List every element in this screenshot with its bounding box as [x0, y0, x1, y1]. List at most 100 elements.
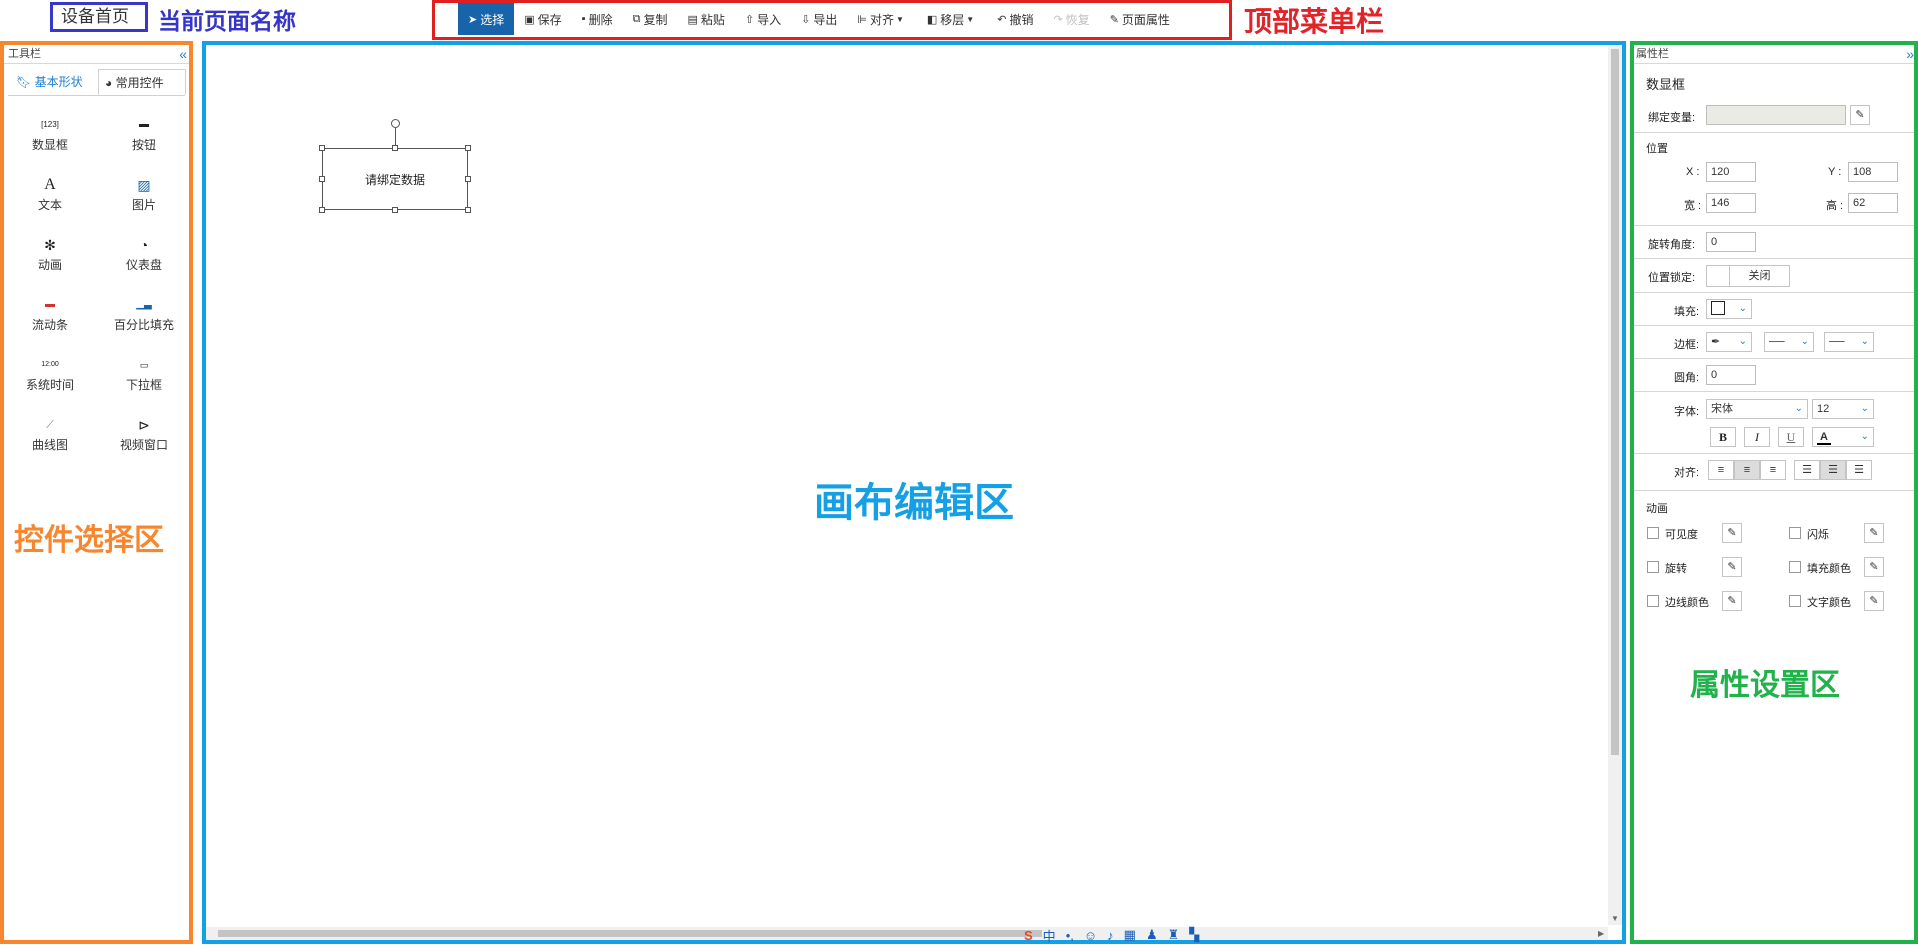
collapse-right-icon[interactable]: »: [1906, 45, 1914, 63]
scroll-right-arrow-icon[interactable]: ▶: [1598, 929, 1604, 938]
resize-handle-sw[interactable]: [319, 207, 325, 213]
align-left-button[interactable]: ≡: [1708, 460, 1734, 480]
border-color-anim-checkbox[interactable]: [1647, 595, 1659, 607]
scroll-down-arrow-icon[interactable]: ▼: [1611, 914, 1619, 923]
ime-keyboard-icon[interactable]: ▦: [1124, 927, 1136, 943]
align-center-button[interactable]: ≡: [1734, 460, 1760, 480]
fill-label: 填充:: [1674, 306, 1700, 318]
tool-label: 流动条: [31, 318, 68, 332]
tool-text[interactable]: A 文本: [4, 174, 96, 224]
divider: [1634, 132, 1914, 133]
ime-emoji-icon[interactable]: ☺: [1084, 928, 1097, 943]
page-properties-button[interactable]: ✎ 页面属性: [1100, 3, 1180, 35]
valign-top-button[interactable]: ☰: [1794, 460, 1820, 480]
align-right-button[interactable]: ≡: [1760, 460, 1786, 480]
fill-color-anim-checkbox[interactable]: [1789, 561, 1801, 573]
bind-variable-label: 绑定变量:: [1648, 112, 1696, 124]
text-color-anim-checkbox[interactable]: [1789, 595, 1801, 607]
resize-handle-ne[interactable]: [465, 145, 471, 151]
tool-animation[interactable]: ✻ 动画: [4, 234, 96, 284]
import-button[interactable]: ⇧ 导入: [735, 3, 791, 35]
collapse-left-icon[interactable]: «: [179, 45, 187, 63]
page-properties-label: 页面属性: [1121, 12, 1170, 27]
italic-button[interactable]: I: [1744, 427, 1770, 447]
tab-basic-shapes[interactable]: 🔖︎ 基本形状: [10, 69, 94, 95]
tool-video[interactable]: ⊳ 视频窗口: [98, 414, 190, 464]
redo-button[interactable]: ↷ 恢复: [1043, 3, 1099, 35]
dropdown-icon: ▭: [139, 360, 149, 370]
tool-gauge[interactable]: ◔ 仪表盘: [98, 234, 190, 284]
border-color-anim-config-button[interactable]: ✎: [1722, 591, 1742, 611]
rotation-input[interactable]: 0: [1706, 232, 1756, 252]
x-input[interactable]: 120: [1706, 162, 1756, 182]
tool-image[interactable]: ▨ 图片: [98, 174, 190, 224]
bind-variable-field[interactable]: [1706, 105, 1846, 125]
tool-system-time[interactable]: 12:00 系统时间: [4, 354, 96, 404]
tool-label: 图片: [131, 198, 156, 212]
ime-punct-icon[interactable]: •,: [1066, 928, 1074, 943]
border-color-picker[interactable]: ✒ ⌄: [1706, 332, 1752, 352]
layer-button[interactable]: ◧ 移层 ▼: [917, 3, 987, 35]
font-family-select[interactable]: 宋体 ⌄: [1706, 399, 1808, 419]
canvas-horizontal-scroll-thumb[interactable]: [218, 930, 1042, 937]
ime-shirt-icon[interactable]: ♜: [1168, 927, 1180, 943]
border-width-select[interactable]: ── ⌄: [1764, 332, 1814, 352]
valign-bottom-button[interactable]: ☰: [1846, 460, 1872, 480]
blink-checkbox[interactable]: [1789, 527, 1801, 539]
tab-common-controls[interactable]: ◕ 常用控件: [98, 69, 186, 95]
ime-chinese-icon[interactable]: 中: [1043, 926, 1056, 945]
tool-line-chart[interactable]: ⟋ 曲线图: [4, 414, 96, 464]
tool-dropdown[interactable]: ▭ 下拉框: [98, 354, 190, 404]
bind-variable-button[interactable]: ✎: [1850, 105, 1870, 125]
tool-flow-bar[interactable]: ▬ 流动条: [4, 294, 96, 344]
font-size-select[interactable]: 12 ⌄: [1812, 399, 1874, 419]
canvas-vertical-scroll-thumb[interactable]: [1611, 49, 1619, 755]
resize-handle-nw[interactable]: [319, 145, 325, 151]
resize-handle-e[interactable]: [465, 176, 471, 182]
visibility-checkbox[interactable]: [1647, 527, 1659, 539]
rotation-handle[interactable]: [391, 119, 400, 128]
height-input[interactable]: 62: [1848, 193, 1898, 213]
underline-button[interactable]: U: [1778, 427, 1804, 447]
canvas-numeric-display[interactable]: 请绑定数据: [322, 148, 468, 210]
border-style-select[interactable]: ── ⌄: [1824, 332, 1874, 352]
export-button[interactable]: ⇩ 导出: [791, 3, 847, 35]
tab-basic-shapes-label: 基本形状: [34, 75, 83, 89]
lock-toggle[interactable]: 关闭: [1706, 265, 1790, 287]
text-color-anim-config-button[interactable]: ✎: [1864, 591, 1884, 611]
ime-grid-icon[interactable]: ▚: [1189, 927, 1199, 943]
width-input[interactable]: 146: [1706, 193, 1756, 213]
resize-handle-se[interactable]: [465, 207, 471, 213]
ime-mic-icon[interactable]: ♪: [1107, 928, 1114, 943]
delete-button[interactable]: ▪ 删除: [572, 3, 623, 35]
tool-percent-fill[interactable]: ▁▃ 百分比填充: [98, 294, 190, 344]
blink-config-button[interactable]: ✎: [1864, 523, 1884, 543]
font-color-picker[interactable]: A ⌄: [1812, 427, 1874, 447]
resize-handle-n[interactable]: [392, 145, 398, 151]
save-button[interactable]: ▣ 保存: [514, 3, 571, 35]
valign-middle-button[interactable]: ☰: [1820, 460, 1846, 480]
tool-label: 文本: [37, 198, 62, 212]
y-input[interactable]: 108: [1848, 162, 1898, 182]
tool-numeric-display[interactable]: [123] 数显框: [4, 114, 96, 164]
copy-button[interactable]: ⧉ 复制: [623, 3, 678, 35]
save-icon: ▣: [524, 13, 535, 26]
radius-input[interactable]: 0: [1706, 365, 1756, 385]
lock-label: 位置锁定:: [1648, 272, 1696, 284]
ime-toolbar[interactable]: S 中 •, ☺ ♪ ▦ ♟ ♜ ▚: [1024, 926, 1230, 944]
select-button[interactable]: ➤ 选择: [458, 3, 515, 35]
tool-button[interactable]: ▬ 按钮: [98, 114, 190, 164]
resize-handle-w[interactable]: [319, 176, 325, 182]
bold-button[interactable]: B: [1710, 427, 1736, 447]
rotate-checkbox[interactable]: [1647, 561, 1659, 573]
fill-color-anim-config-button[interactable]: ✎: [1864, 557, 1884, 577]
rotate-config-button[interactable]: ✎: [1722, 557, 1742, 577]
visibility-config-button[interactable]: ✎: [1722, 523, 1742, 543]
paste-button[interactable]: ▤ 粘贴: [677, 3, 734, 35]
fill-color-picker[interactable]: ⌄: [1706, 299, 1752, 319]
ime-user-icon[interactable]: ♟: [1146, 927, 1158, 943]
align-button[interactable]: ⊫ 对齐 ▼: [847, 3, 917, 35]
paste-label: 粘贴: [700, 12, 725, 27]
resize-handle-s[interactable]: [392, 207, 398, 213]
undo-button[interactable]: ↶ 撤销: [987, 3, 1043, 35]
